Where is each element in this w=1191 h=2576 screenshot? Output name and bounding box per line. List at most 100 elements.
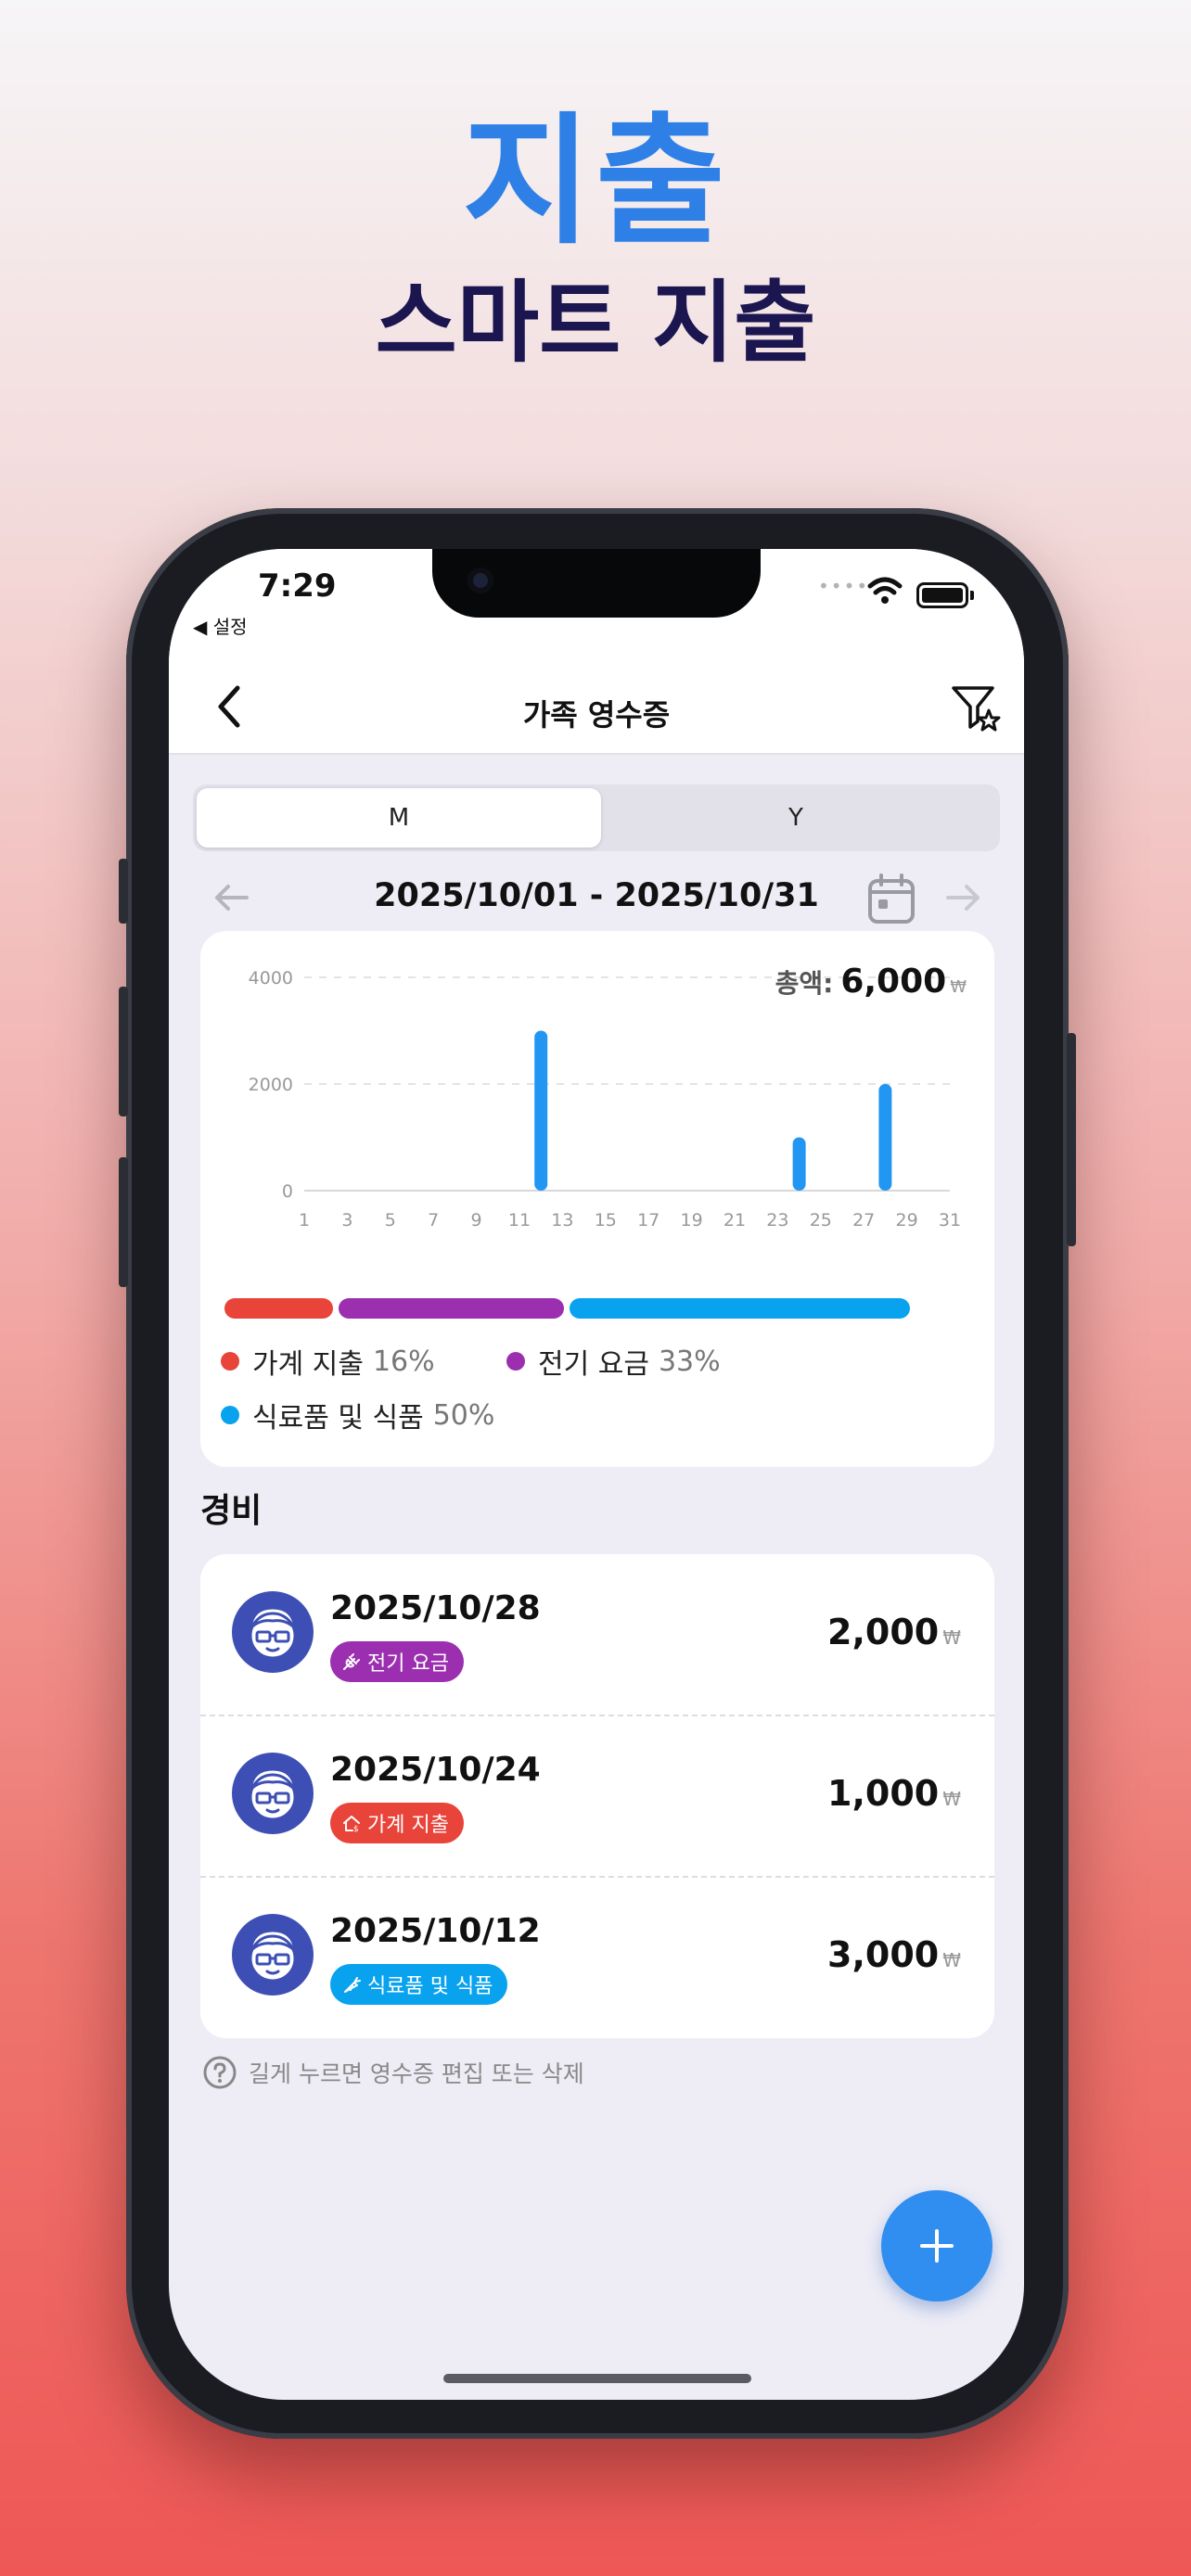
x-tick-label: 21 [724, 1210, 746, 1231]
app-screen: 7:29 ◀ 설정 •••• 가족 영수증 M Y 2025/10/01 - 2… [169, 549, 1024, 2400]
category-badge: 전기 요금 [330, 1641, 464, 1682]
expense-amount: 3,000 ₩ [827, 1934, 961, 1975]
x-tick-label: 29 [896, 1210, 918, 1231]
expense-date: 2025/10/28 [330, 1589, 541, 1627]
home-indicator [443, 2374, 751, 2383]
x-tick-label: 1 [299, 1210, 310, 1231]
phone-side-button [119, 1157, 128, 1287]
amount-currency: ₩ [942, 1788, 961, 1810]
total-value: 6,000 [840, 963, 947, 1001]
legend-item-electricity: 전기 요금 33% [506, 1341, 721, 1382]
calendar-icon[interactable] [866, 872, 916, 925]
list-item[interactable]: 2025/10/24 $ 가계 지출 1,000 ₩ [200, 1715, 994, 1877]
user-face-icon [249, 1767, 297, 1821]
amount-value: 2,000 [827, 1612, 940, 1652]
arrow-right-icon[interactable] [941, 875, 985, 920]
signal-icon: •••• [818, 575, 870, 597]
avatar [232, 1753, 314, 1834]
page-title: 가족 영수증 [522, 697, 671, 733]
spending-chart-card: 4000 2000 0 1 3 5 7 9 11 13 15 17 19 21 23 25 27 29 31 총액:… [200, 931, 994, 1467]
segment-year[interactable]: Y [594, 788, 998, 848]
legend-name: 식료품 및 식품 [252, 1402, 424, 1435]
x-tick-label: 9 [471, 1210, 482, 1231]
question-circle-icon [203, 2056, 237, 2089]
x-tick-label: 31 [939, 1210, 961, 1231]
battery-tip [970, 591, 974, 600]
amount-value: 3,000 [827, 1934, 940, 1975]
status-back-to-settings[interactable]: ◀ 설정 [193, 612, 248, 639]
hero-subtitle: 스마트 지출 [375, 271, 816, 375]
y-tick-label: 4000 [249, 968, 293, 988]
legend-percent: 33% [658, 1345, 721, 1378]
legend-percent: 50% [432, 1398, 495, 1432]
amount-currency: ₩ [942, 1626, 961, 1649]
expense-date: 2025/10/12 [330, 1912, 541, 1950]
section-title: 경비 [200, 1492, 263, 1530]
expense-date: 2025/10/24 [330, 1751, 541, 1789]
legend-dot [221, 1406, 239, 1424]
period-segmented-control: M Y [193, 784, 1000, 851]
segment-month[interactable]: M [197, 788, 601, 848]
category-badge-label: 식료품 및 식품 [367, 1975, 493, 1998]
share-segment [224, 1298, 334, 1319]
expense-amount: 2,000 ₩ [827, 1612, 961, 1652]
x-tick-label: 15 [595, 1210, 617, 1231]
battery-icon [916, 582, 968, 608]
legend-dot [506, 1352, 525, 1371]
category-badge-label: 전기 요금 [367, 1652, 449, 1676]
chart-bar [534, 1030, 548, 1191]
wifi-icon [867, 577, 903, 604]
date-navigator: 2025/10/01 - 2025/10/31 [169, 864, 1024, 929]
chart-bar [878, 1084, 892, 1191]
hint-text: 길게 누르면 영수증 편집 또는 삭제 [249, 2060, 584, 2087]
chart-bar [792, 1137, 806, 1191]
category-badge: $ 가계 지출 [330, 1803, 464, 1843]
legend-item-groceries: 식료품 및 식품 50% [221, 1395, 494, 1435]
navigation-bar: 가족 영수증 [169, 660, 1024, 755]
carrot-icon [344, 1977, 361, 1993]
x-tick-label: 25 [810, 1210, 832, 1231]
x-tick-label: 11 [508, 1210, 531, 1231]
legend-name: 전기 요금 [538, 1348, 649, 1381]
total-summary: 총액: 6,000 ₩ [775, 963, 967, 1001]
phone-side-button [119, 859, 128, 924]
user-face-icon [249, 1929, 297, 1983]
x-tick-label: 27 [852, 1210, 875, 1231]
plus-icon [920, 2229, 954, 2263]
hero-title: 지출 [462, 99, 729, 263]
x-tick-label: 23 [766, 1210, 788, 1231]
total-currency: ₩ [950, 977, 967, 997]
legend-dot [221, 1352, 239, 1371]
x-tick-label: 7 [428, 1210, 439, 1231]
avatar [232, 1591, 314, 1673]
legend-percent: 16% [372, 1345, 435, 1378]
share-segment [339, 1298, 564, 1319]
legend-item-household: 가계 지출 16% [221, 1341, 435, 1382]
svg-text:$: $ [353, 1825, 359, 1833]
phone-side-button [119, 987, 128, 1116]
total-label: 총액: [775, 968, 834, 999]
front-camera [467, 567, 493, 593]
x-tick-label: 13 [551, 1210, 573, 1231]
status-time: 7:29 [258, 567, 337, 605]
add-expense-button[interactable] [881, 2190, 992, 2302]
amount-value: 1,000 [827, 1773, 940, 1814]
legend-name: 가계 지출 [252, 1348, 364, 1381]
x-tick-label: 19 [681, 1210, 703, 1231]
y-tick-label: 0 [282, 1181, 293, 1202]
user-face-icon [249, 1606, 297, 1660]
category-badge: 식료품 및 식품 [330, 1964, 508, 2005]
plug-icon [343, 1653, 360, 1670]
x-tick-label: 3 [341, 1210, 352, 1231]
share-segment [569, 1298, 910, 1319]
phone-side-button [1067, 1033, 1076, 1246]
category-badge-label: 가계 지출 [367, 1814, 449, 1837]
edit-hint: 길게 누르면 영수증 편집 또는 삭제 [202, 2055, 584, 2090]
list-item[interactable]: 2025/10/12 식료품 및 식품 3,000 ₩ [200, 1877, 994, 2038]
filter-star-icon[interactable] [948, 681, 1004, 736]
x-tick-label: 5 [385, 1210, 396, 1231]
amount-currency: ₩ [942, 1949, 961, 1971]
list-item[interactable]: 2025/10/28 전기 요금 2,000 ₩ [200, 1554, 994, 1715]
avatar [232, 1914, 314, 1996]
y-tick-label: 2000 [249, 1075, 293, 1095]
